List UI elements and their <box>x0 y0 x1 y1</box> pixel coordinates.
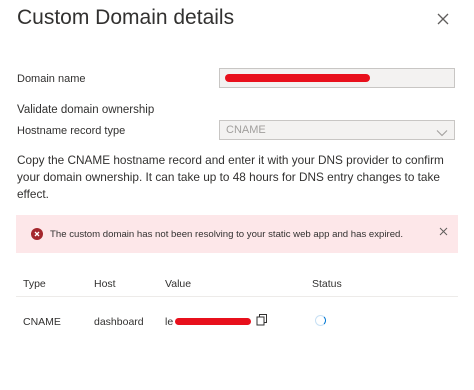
error-banner: The custom domain has not been resolving… <box>16 215 458 253</box>
error-circle-icon <box>31 228 43 240</box>
dialog-title: Custom Domain details <box>17 6 235 29</box>
validate-ownership-heading: Validate domain ownership <box>17 104 155 116</box>
cell-host: dashboard <box>94 316 144 328</box>
close-icon[interactable] <box>436 12 450 26</box>
table-header-row: Type Host Value Status <box>16 272 458 297</box>
column-header-value: Value <box>158 272 305 297</box>
dns-records-table: Type Host Value Status CNAME dashboard l… <box>16 272 458 347</box>
table-row: CNAME dashboard le <box>16 297 458 348</box>
hostname-record-type-dropdown[interactable]: CNAME <box>219 120 455 140</box>
column-header-type: Type <box>16 272 87 297</box>
redaction-mark <box>175 318 251 325</box>
hostname-record-type-value: CNAME <box>226 124 266 136</box>
domain-name-field[interactable] <box>219 68 455 88</box>
cell-value: le <box>158 297 305 348</box>
loading-spinner-icon <box>315 315 326 326</box>
chevron-down-icon <box>436 125 448 143</box>
cell-status <box>305 297 458 348</box>
cell-type: CNAME <box>23 316 61 328</box>
error-message: The custom domain has not been resolving… <box>50 229 404 240</box>
redaction-mark <box>225 74 370 82</box>
dismiss-error-icon[interactable] <box>439 223 448 241</box>
column-header-host: Host <box>87 272 158 297</box>
cell-value-text: le <box>165 316 174 328</box>
column-header-status: Status <box>305 272 458 297</box>
hostname-record-type-label: Hostname record type <box>17 125 126 137</box>
domain-name-label: Domain name <box>17 73 86 85</box>
copy-icon[interactable] <box>256 314 268 329</box>
instructions-text: Copy the CNAME hostname record and enter… <box>17 153 444 201</box>
